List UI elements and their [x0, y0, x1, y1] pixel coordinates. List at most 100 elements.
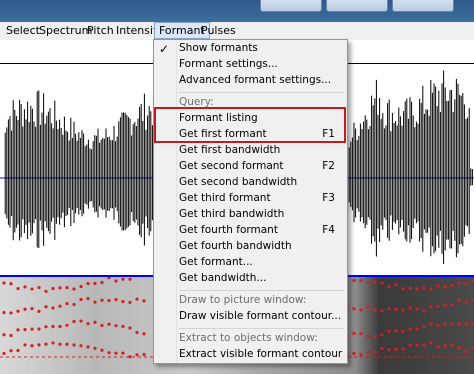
formant-dot [373, 280, 377, 284]
formant-dot [30, 344, 34, 348]
formant-dot [359, 278, 363, 283]
formant-dot [380, 333, 384, 337]
menu-item-get-third-formant[interactable]: Get third formant F3 [179, 190, 343, 206]
menu-item-draw-visible-formant-contour[interactable]: Draw visible formant contour... [179, 308, 343, 324]
formant-dot [2, 333, 6, 337]
menu-separator [179, 328, 344, 329]
formant-dot [30, 307, 34, 311]
formant-dot [387, 348, 391, 352]
formant-dot [37, 309, 41, 313]
formant-dot [44, 342, 48, 346]
menu-item-get-fourth-formant[interactable]: Get fourth formant F4 [179, 222, 343, 238]
formant-dot [16, 348, 20, 353]
menu-item-extract-visible-formant-contour[interactable]: Extract visible formant contour [179, 346, 343, 362]
formant-dot [58, 342, 62, 346]
window-title-bar [0, 0, 474, 22]
formant-dot [464, 350, 468, 354]
formant-dot [373, 335, 377, 339]
menu-item-get-fourth-bandwidth[interactable]: Get fourth bandwidth [179, 238, 343, 254]
formant-dot [457, 322, 461, 326]
formant-dot [457, 345, 461, 350]
formant-dot [9, 349, 13, 353]
menu-item-get-formant[interactable]: Get formant... [179, 254, 343, 270]
formant-dot [121, 324, 125, 328]
formant-dot [457, 298, 461, 302]
menu-item-show-formants[interactable]: Show formants [179, 40, 343, 56]
formant-dot [422, 286, 426, 290]
formant-dot [422, 343, 426, 347]
formant-dot [387, 307, 391, 311]
formant-dot [408, 306, 412, 310]
formant-dot [464, 322, 468, 326]
menu-item-get-first-bandwidth[interactable]: Get first bandwidth [179, 142, 343, 158]
formant-dot [394, 282, 398, 287]
menu-item-get-second-formant[interactable]: Get second formant F2 [179, 158, 343, 174]
formant-dot [114, 351, 118, 355]
formant-dot [23, 285, 27, 289]
formant-dot [443, 344, 447, 348]
shortcut-label: F3 [322, 192, 335, 204]
formant-dot [51, 306, 55, 310]
formant-dot [72, 319, 76, 324]
formant-dot [401, 308, 405, 312]
formant-dot [380, 346, 384, 351]
formant-dot [450, 303, 454, 307]
shortcut-label: F4 [322, 224, 335, 236]
formant-dot [464, 282, 468, 286]
formant-dot [387, 284, 391, 289]
formant-dot [58, 286, 62, 290]
formant-dot [51, 286, 55, 291]
formant-dot [450, 343, 454, 347]
formant-dot [436, 323, 440, 328]
menu-item-formant-settings[interactable]: Formant settings... [179, 56, 343, 72]
menu-item-label: Get second formant [179, 160, 284, 172]
formant-dot [37, 343, 41, 347]
formant-dot [23, 343, 27, 347]
formant-dot [79, 297, 83, 302]
formant-dot [9, 282, 13, 286]
title-bar-control[interactable] [260, 0, 322, 12]
formant-dot [93, 346, 97, 350]
menu-item-advanced-formant-settings[interactable]: Advanced formant settings... [179, 72, 343, 88]
formant-dot [408, 286, 412, 290]
menu-item-get-third-bandwidth[interactable]: Get third bandwidth [179, 206, 343, 222]
menu-item-get-bandwidth[interactable]: Get bandwidth... [179, 270, 343, 286]
formant-dot [352, 331, 356, 336]
formant-dot [380, 309, 384, 313]
menu-pulses[interactable]: Pulses [197, 23, 240, 38]
menu-item-get-second-bandwidth[interactable]: Get second bandwidth [179, 174, 343, 190]
formant-dot [51, 341, 55, 345]
formant-dot [44, 325, 48, 329]
formant-dot [100, 280, 104, 285]
formant-dot [394, 347, 398, 352]
formant-dot [65, 323, 69, 327]
formant-dot [401, 347, 405, 351]
formant-dot [9, 333, 13, 338]
formant-dot [359, 353, 363, 357]
formant-dot [373, 308, 377, 312]
formant-dot [114, 297, 118, 302]
formant-dot [443, 322, 447, 327]
title-bar-control[interactable] [326, 0, 388, 12]
formant-dot [429, 305, 433, 309]
menu-header-draw: Draw to picture window: [179, 294, 307, 306]
formant-dot [107, 298, 111, 303]
formant-dot [380, 281, 384, 285]
formant-dot [93, 300, 97, 304]
formant-dot [121, 351, 125, 355]
formant-dot [37, 327, 41, 331]
checkmark-icon: ✓ [159, 42, 170, 56]
formant-dot [352, 278, 356, 283]
formant-dot [16, 328, 20, 332]
formant-dot [429, 322, 433, 326]
formant-dot [415, 307, 419, 311]
formant-dot [65, 342, 69, 346]
formant-dot [107, 277, 111, 280]
formant-dot [37, 285, 41, 290]
formant-dot [23, 307, 27, 311]
formant-dot [352, 351, 356, 355]
formant-dot [436, 304, 440, 308]
title-bar-control[interactable] [392, 0, 454, 12]
formant-dot [366, 334, 370, 338]
formant-dot [86, 296, 90, 301]
